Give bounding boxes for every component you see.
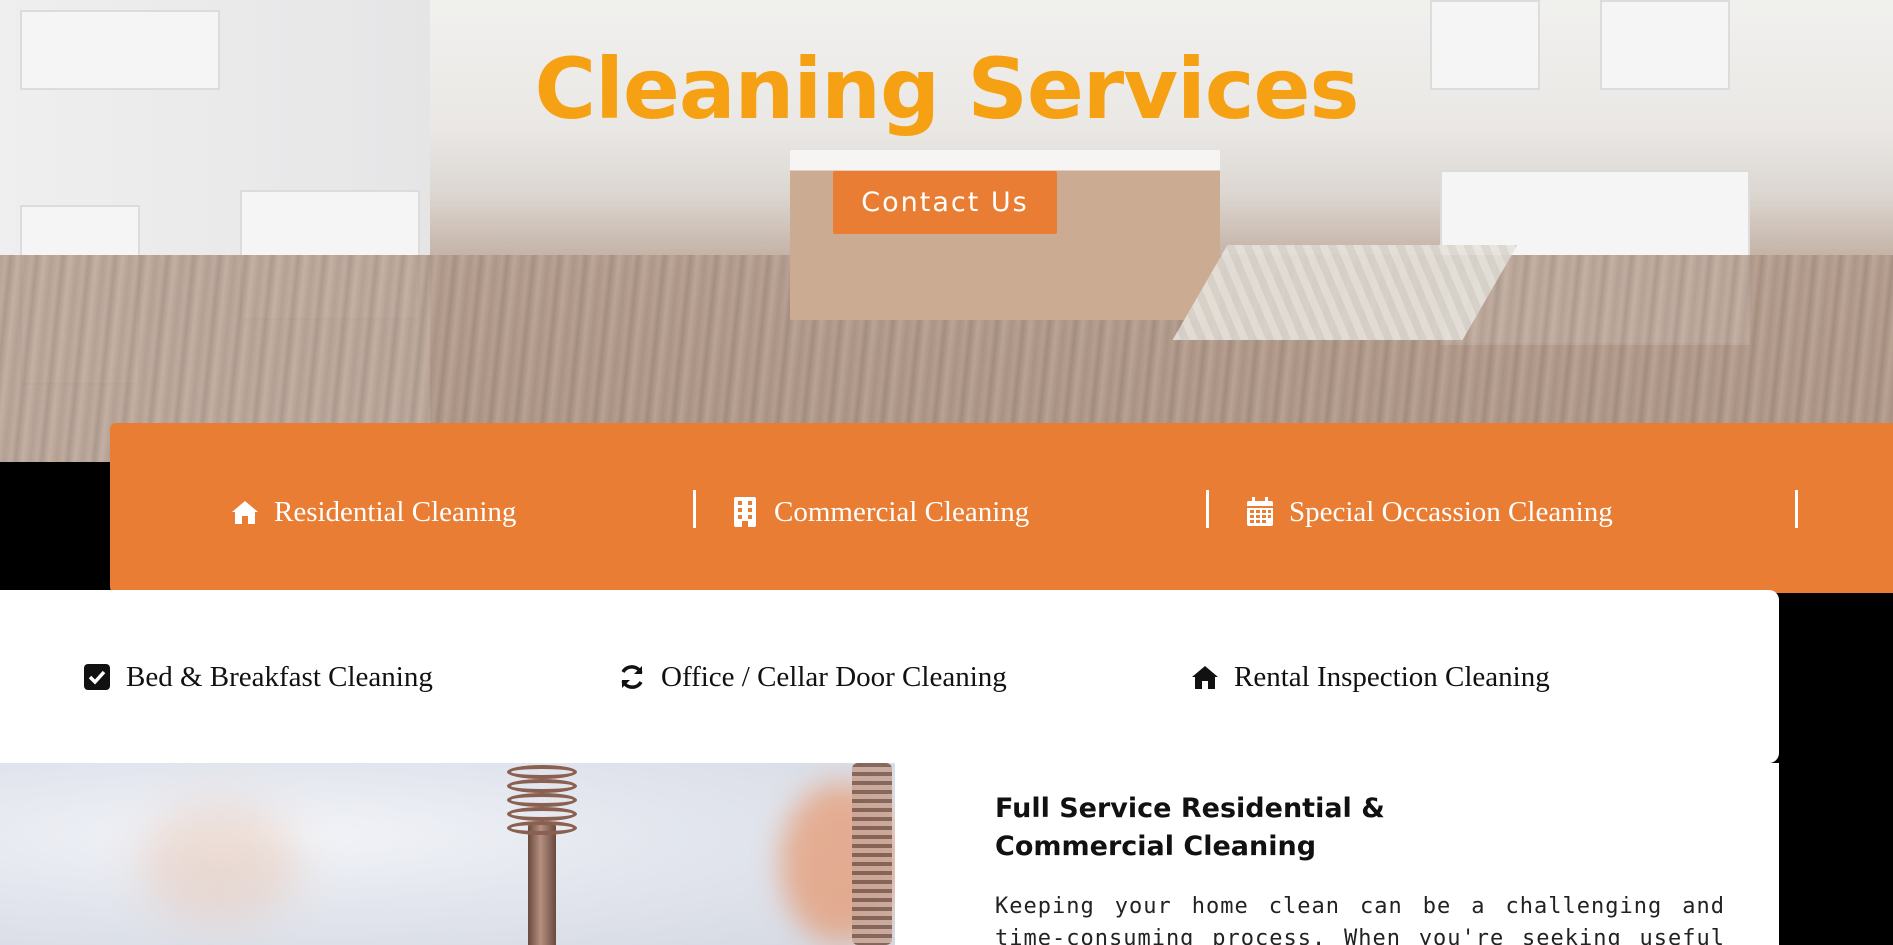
service-label: Special Occassion Cleaning [1289,495,1613,528]
image-blur [140,803,300,923]
sub-service-rental-inspection[interactable]: Rental Inspection Cleaning [1190,657,1550,697]
content-section: Full Service Residential & Commercial Cl… [895,763,1779,945]
refresh-icon [617,662,647,692]
image-coil [507,779,577,793]
divider [693,490,696,528]
service-image [0,763,895,945]
sub-service-label: Rental Inspection Cleaning [1234,660,1550,693]
contact-us-button[interactable]: Contact Us [833,171,1057,234]
service-item-residential[interactable]: Residential Cleaning [230,492,516,532]
service-label: Residential Cleaning [274,495,517,528]
image-coil [507,793,577,807]
checkbox-icon [82,662,112,692]
image-rod [528,823,556,945]
sub-service-bed-breakfast[interactable]: Bed & Breakfast Cleaning [82,657,433,697]
content-title: Full Service Residential & Commercial Cl… [995,793,1385,862]
divider [1206,490,1209,528]
image-coil [507,821,577,835]
building-icon [730,497,760,527]
page-title: Cleaning Services [534,40,1359,138]
service-item-commercial[interactable]: Commercial Cleaning [730,492,1029,532]
divider [1795,490,1798,528]
service-item-special-occasion[interactable]: Special Occassion Cleaning [1245,492,1613,532]
sub-service-label: Office / Cellar Door Cleaning [661,660,1007,693]
image-coil [507,765,577,779]
sub-service-label: Bed & Breakfast Cleaning [126,660,433,693]
calendar-icon [1245,497,1275,527]
service-label: Commercial Cleaning [774,495,1030,528]
home-icon [230,497,260,527]
content-body: Keeping your home clean can be a challen… [995,894,1725,945]
sub-service-office-cellar[interactable]: Office / Cellar Door Cleaning [617,657,1007,697]
home-icon [1190,662,1220,692]
image-coil [507,807,577,821]
image-spring [852,763,892,945]
